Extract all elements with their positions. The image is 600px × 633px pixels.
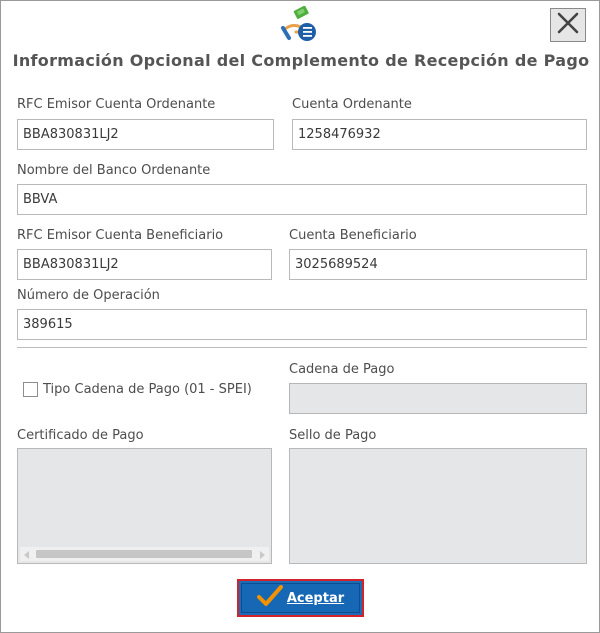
- nombre-banco-ordenante-input[interactable]: [17, 184, 587, 215]
- payment-document-icon: [280, 5, 320, 44]
- scroll-right-arrow-icon[interactable]: [255, 547, 269, 561]
- numero-operacion-input[interactable]: [17, 309, 587, 340]
- section-divider: [17, 347, 587, 348]
- checkmark-icon: [256, 585, 283, 611]
- cadena-pago-input: [289, 383, 587, 414]
- certificado-horizontal-scrollbar[interactable]: [20, 547, 269, 561]
- cuenta-beneficiario-label: Cuenta Beneficiario: [289, 228, 417, 243]
- rfc-emisor-beneficiario-label: RFC Emisor Cuenta Beneficiario: [17, 228, 224, 243]
- dialog-title: Información Opcional del Complemento de …: [12, 51, 590, 70]
- numero-operacion-label: Número de Operación: [17, 288, 160, 303]
- dialog-window: Información Opcional del Complemento de …: [0, 0, 600, 633]
- sello-pago-textarea: [289, 448, 587, 564]
- scroll-left-arrow-icon[interactable]: [20, 547, 34, 561]
- rfc-emisor-ordenante-label: RFC Emisor Cuenta Ordenante: [17, 97, 216, 112]
- cuenta-ordenante-label: Cuenta Ordenante: [292, 97, 412, 112]
- rfc-emisor-ordenante-input[interactable]: [17, 119, 274, 150]
- close-button[interactable]: [550, 8, 586, 42]
- close-icon: [557, 12, 579, 38]
- nombre-banco-ordenante-label: Nombre del Banco Ordenante: [17, 163, 211, 178]
- tipo-cadena-pago-label[interactable]: Tipo Cadena de Pago (01 - SPEI): [43, 382, 252, 397]
- accept-button-face[interactable]: Aceptar: [241, 583, 360, 613]
- cadena-pago-label: Cadena de Pago: [289, 362, 395, 377]
- rfc-emisor-beneficiario-input[interactable]: [17, 249, 272, 280]
- cuenta-beneficiario-input[interactable]: [289, 249, 587, 280]
- certificado-pago-label: Certificado de Pago: [17, 428, 144, 443]
- tipo-cadena-pago-checkbox[interactable]: [23, 382, 38, 397]
- cuenta-ordenante-input[interactable]: [292, 119, 587, 150]
- accept-button-label: Aceptar: [286, 590, 345, 606]
- sello-pago-label: Sello de Pago: [289, 428, 377, 443]
- accept-button[interactable]: Aceptar: [237, 579, 364, 617]
- scrollbar-thumb[interactable]: [36, 550, 252, 558]
